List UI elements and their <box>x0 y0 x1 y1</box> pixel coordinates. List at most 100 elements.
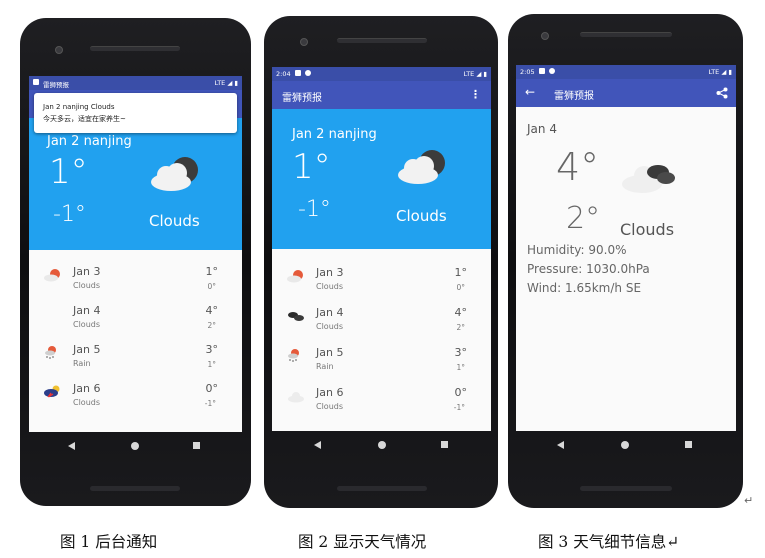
forecast-condition: Rain <box>73 359 91 368</box>
forecast-high: 4° <box>454 306 468 319</box>
current-high-temp: 1° <box>292 147 331 187</box>
sun-cloud-icon <box>44 269 60 282</box>
current-weather-panel: Jan 2 nanjing 1° -1° Clouds <box>272 109 491 249</box>
caption-figure-3: 图 3 天气细节信息↵ <box>538 533 680 551</box>
location-date: Jan 2 nanjing <box>47 134 132 149</box>
nav-bar <box>20 432 251 460</box>
forecast-condition: Clouds <box>73 398 101 407</box>
forecast-date: Jan 4 <box>73 304 101 317</box>
forecast-high: 0° <box>205 382 219 395</box>
phone-frame-2: 2:04 LTE ◢ ▮ 雷狮预报 ⋮ Jan 2 nanjing 1° -1°… <box>264 16 498 508</box>
current-condition: Clouds <box>149 212 200 230</box>
home-nav-button[interactable] <box>378 441 386 449</box>
location-date: Jan 2 nanjing <box>292 127 377 142</box>
app-status-icon <box>549 68 555 74</box>
nav-bar <box>264 431 498 459</box>
forecast-low: 1° <box>207 360 216 369</box>
bottom-speaker <box>90 486 180 491</box>
app-status-icon <box>305 70 311 76</box>
forecast-row[interactable]: Jan 4 Clouds 4° 2° <box>29 297 242 336</box>
home-nav-button[interactable] <box>621 441 629 449</box>
forecast-condition: Clouds <box>316 282 344 291</box>
forecast-date: Jan 6 <box>316 386 344 399</box>
forecast-row[interactable]: Jan 5 Rain 3° 1° <box>272 339 491 378</box>
forecast-high: 1° <box>454 266 468 279</box>
recents-nav-button[interactable] <box>685 441 692 448</box>
share-icon[interactable] <box>716 87 728 99</box>
toolbar: 雷狮预报 ⋮ <box>272 81 491 109</box>
forecast-low: 2° <box>207 321 216 330</box>
recents-nav-button[interactable] <box>193 442 200 449</box>
back-nav-button[interactable] <box>314 441 321 449</box>
camera-icon <box>55 46 63 54</box>
forecast-low: 2° <box>456 323 465 332</box>
speaker-grille <box>90 46 180 51</box>
detail-condition: Clouds <box>620 220 675 239</box>
recents-nav-button[interactable] <box>441 441 448 448</box>
arrow-back-icon[interactable]: ← <box>525 85 535 99</box>
forecast-date: Jan 4 <box>316 306 344 319</box>
forecast-condition: Clouds <box>73 281 101 290</box>
forecast-high: 3° <box>205 343 219 356</box>
forecast-date: Jan 3 <box>73 265 101 278</box>
forecast-high: 0° <box>454 386 468 399</box>
bottom-speaker <box>580 486 672 491</box>
status-app-name: 雷狮预报 <box>43 81 69 89</box>
notification-icon <box>539 68 545 74</box>
speaker-grille <box>580 32 672 37</box>
notification-text: 今天多云，适宜在家养生~ <box>43 115 126 123</box>
sun-cloud-icon <box>287 270 303 283</box>
back-nav-button[interactable] <box>68 442 75 450</box>
forecast-row[interactable]: Jan 3 Clouds 1° 0° <box>272 259 491 298</box>
forecast-low: 0° <box>207 282 216 291</box>
pressure-text: Pressure: 1030.0hPa <box>527 262 650 276</box>
signal-status: LTE ◢ ▮ <box>463 70 487 78</box>
screen-3: 2:05 LTE ◢ ▮ ← 雷狮预报 Jan 4 4° 2° Clouds H… <box>516 65 736 431</box>
phone-frame-3: 2:05 LTE ◢ ▮ ← 雷狮预报 Jan 4 4° 2° Clouds H… <box>508 14 743 508</box>
forecast-row[interactable]: Jan 6 Clouds 0° -1° <box>29 375 242 414</box>
forecast-date: Jan 3 <box>316 266 344 279</box>
status-bar: 2:04 LTE ◢ ▮ <box>272 67 491 81</box>
toolbar: ← 雷狮预报 <box>516 79 736 107</box>
caption-figure-2: 图 2 显示天气情况 <box>298 533 427 551</box>
app-title: 雷狮预报 <box>282 93 322 104</box>
app-title: 雷狮预报 <box>554 91 594 102</box>
cloud-dark-icon <box>398 150 445 184</box>
rain-icon <box>288 349 299 362</box>
notification-icon <box>295 70 301 76</box>
speaker-grille <box>337 38 427 43</box>
forecast-condition: Clouds <box>316 322 344 331</box>
forecast-condition: Clouds <box>316 402 344 411</box>
status-time: 2:05 <box>520 68 535 76</box>
forecast-date: Jan 5 <box>73 343 101 356</box>
notification-icon <box>33 79 39 85</box>
forecast-high: 3° <box>454 346 468 359</box>
forecast-low: -1° <box>204 399 216 408</box>
forecast-low: 1° <box>456 363 465 372</box>
notification-card[interactable]: Jan 2 nanjing Clouds 今天多云，适宜在家养生~ <box>34 93 237 133</box>
signal-status: LTE ◢ ▮ <box>214 79 238 87</box>
nav-bar <box>508 431 743 459</box>
home-nav-button[interactable] <box>131 442 139 450</box>
forecast-condition: Rain <box>316 362 334 371</box>
forecast-low: -1° <box>453 403 465 412</box>
forecast-low: 0° <box>456 283 465 292</box>
forecast-row[interactable]: Jan 4 Clouds 4° 2° <box>272 299 491 338</box>
current-condition: Clouds <box>396 207 447 225</box>
signal-status: LTE ◢ ▮ <box>708 68 732 76</box>
storm-icon <box>44 385 60 398</box>
current-low-temp: -1° <box>53 202 86 227</box>
more-vert-icon[interactable]: ⋮ <box>470 88 481 101</box>
forecast-row[interactable]: Jan 6 Clouds 0° -1° <box>272 379 491 418</box>
back-nav-button[interactable] <box>557 441 564 449</box>
caption-figure-1: 图 1 后台通知 <box>60 533 158 551</box>
notification-title: Jan 2 nanjing Clouds <box>43 103 115 111</box>
forecast-row[interactable]: Jan 5 Rain 3° 1° <box>29 336 242 375</box>
bottom-speaker <box>337 486 427 491</box>
forecast-row[interactable]: Jan 3 Clouds 1° 0° <box>29 258 242 297</box>
current-high-temp: 1° <box>49 152 88 192</box>
return-mark: ↵ <box>744 494 754 507</box>
wind-text: Wind: 1.65km/h SE <box>527 281 642 295</box>
forecast-date: Jan 6 <box>73 382 101 395</box>
screen-1: 雷狮预报 LTE ◢ ▮ Jan 2 nanjing 1° -1° Clouds… <box>29 76 242 432</box>
